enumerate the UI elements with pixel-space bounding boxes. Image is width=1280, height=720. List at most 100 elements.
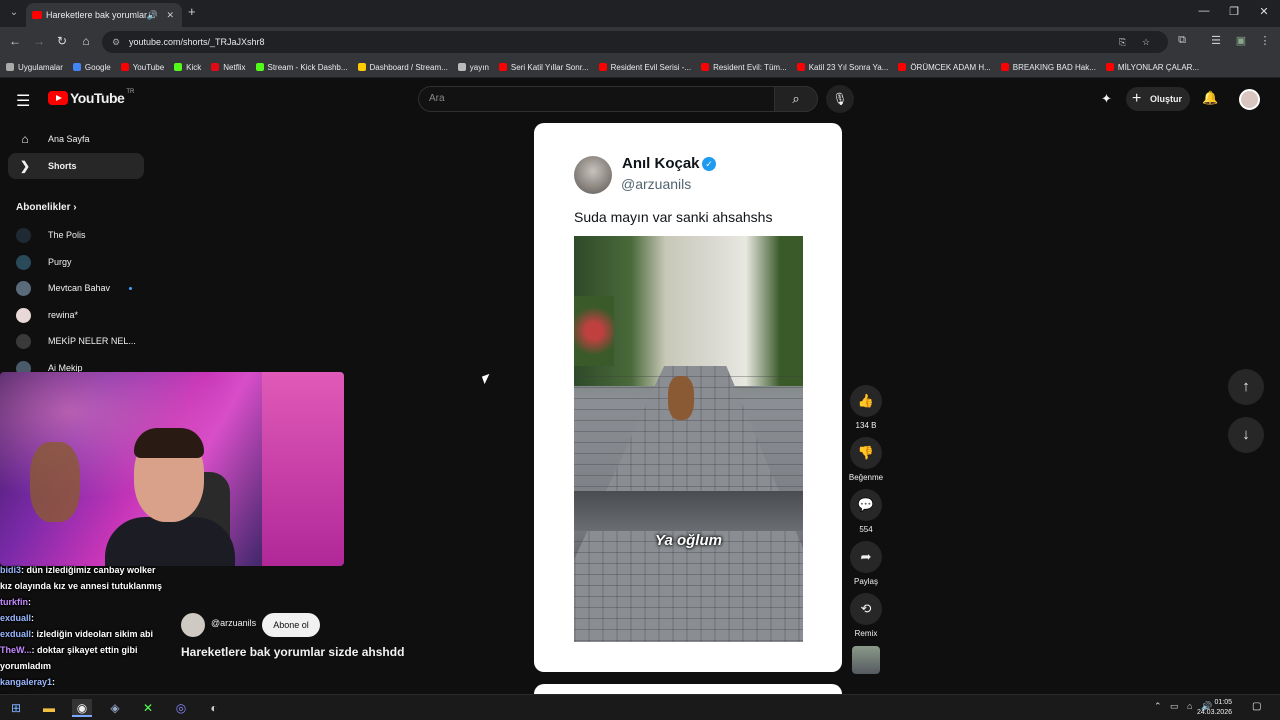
bookmark-favicon-icon [211, 63, 220, 71]
system-clock[interactable]: 01:05 24.03.2026 [1196, 698, 1232, 718]
bookmark-favicon-icon [72, 63, 81, 71]
remix-button[interactable]: ⟲ [850, 593, 882, 625]
comment-count: 554 [859, 525, 873, 534]
next-short-button[interactable]: ↓ [1228, 417, 1264, 453]
bookmark-item[interactable]: Stream - Kick Dashb... [255, 62, 348, 72]
subscription-item[interactable]: The Polis [16, 225, 156, 245]
new-tab-button[interactable]: + [188, 4, 196, 19]
sidebar-item-shorts[interactable]: ❯ Shorts [8, 153, 144, 179]
bookmark-item[interactable]: MİLYONLAR ÇALAR... [1105, 63, 1199, 72]
notifications-bell-icon[interactable]: 🔔 [1202, 90, 1218, 106]
share-label: Paylaş [853, 577, 878, 586]
bookmark-item[interactable]: Seri Katil Yıllar Sonr... [498, 62, 589, 72]
voice-search-button[interactable]: 🎙 [826, 85, 854, 113]
share-button[interactable]: ➦ [850, 541, 882, 573]
bookmark-item[interactable]: Kick [174, 63, 201, 72]
subscription-item[interactable]: MEKİP NELER NEL... [16, 331, 156, 351]
bookmark-item[interactable]: Resident Evil Serisi -... [598, 63, 691, 72]
subscription-item[interactable]: Mevtcan Bahav [16, 278, 156, 298]
back-icon[interactable]: ← [7, 34, 23, 48]
bookmark-item[interactable]: ÖRÜMCEK ADAM H... [898, 63, 991, 72]
obs-icon[interactable]: ◐ [204, 699, 224, 717]
site-info-icon[interactable]: ⚙ [112, 31, 120, 53]
puddle [574, 491, 803, 531]
user-avatar[interactable] [1239, 89, 1260, 110]
profile-icon[interactable]: ▣ [1233, 34, 1249, 47]
subscription-item[interactable]: rewina* [16, 305, 156, 325]
address-bar[interactable]: ⚙ youtube.com/shorts/_TRJaJXshr8 ⎘ ☆ [102, 31, 1168, 53]
bookmark-item[interactable]: Resident Evil: Tüm... [701, 63, 787, 72]
discord-icon[interactable]: ◎ [171, 699, 191, 717]
new-content-dot [129, 287, 132, 291]
media-control-icon[interactable]: ☰ [1208, 34, 1224, 47]
bookmark-item[interactable]: Google [72, 63, 111, 72]
next-short-preview[interactable] [534, 684, 842, 694]
bookmark-item[interactable]: Netflix [211, 62, 246, 72]
youtube-logo[interactable]: YouTube TR [48, 89, 134, 106]
bookmark-favicon-icon [498, 63, 507, 71]
comments-button[interactable]: 💬 [850, 489, 882, 521]
previous-short-button[interactable]: ↑ [1228, 369, 1264, 405]
install-app-icon[interactable]: ⎘ [1119, 31, 1126, 53]
menu-icon[interactable]: ☰ [16, 91, 30, 111]
home-icon: ⌂ [21, 132, 29, 146]
close-window-icon[interactable]: ✕ [1254, 5, 1274, 18]
sidebar-item-home[interactable]: ⌂ Ana Sayfa [8, 126, 144, 152]
search-button[interactable]: ⌕ [774, 86, 818, 112]
subscriptions-header[interactable]: Abonelikler › [16, 202, 77, 213]
create-button[interactable]: + Oluştur [1126, 87, 1190, 111]
bookmark-label: Dashboard / Stream... [369, 62, 448, 72]
bookmark-label: Stream - Kick Dashb... [267, 62, 348, 72]
chevron-right-icon: › [73, 202, 77, 213]
reload-icon[interactable]: ↻ [54, 34, 70, 48]
sidebar-item-label: Shorts [48, 161, 77, 171]
bookmark-item[interactable]: Dashboard / Stream... [357, 62, 448, 72]
short-title[interactable]: Hareketlere bak yorumlar sizde ahshdd [181, 645, 404, 659]
bookmark-label: YouTube [132, 62, 165, 72]
bookmark-favicon-icon [6, 63, 14, 71]
teddy-bear [30, 442, 80, 522]
start-icon[interactable]: ⊞ [6, 699, 26, 717]
bookmark-star-icon[interactable]: ☆ [1142, 31, 1150, 53]
channel-avatar [16, 307, 31, 323]
bookmark-item[interactable]: Uygulamalar [6, 63, 63, 72]
search-input[interactable]: Ara [418, 86, 774, 112]
dislike-label: Beğenme [848, 473, 884, 482]
close-tab-icon[interactable]: ✕ [166, 3, 174, 27]
sound-thumbnail[interactable] [852, 646, 880, 674]
notification-icon[interactable]: ▢ [1252, 701, 1261, 712]
file-explorer-icon[interactable]: ▬ [39, 699, 59, 717]
bookmark-item[interactable]: YouTube [120, 62, 165, 72]
gemini-icon[interactable]: ✦ [1101, 91, 1112, 107]
bookmark-item[interactable]: yayın [457, 63, 489, 72]
subscription-item[interactable]: Purgy [16, 252, 156, 272]
extensions-icon[interactable]: ⧉ [1174, 34, 1190, 47]
tab-search-icon[interactable]: ⌄ [6, 5, 22, 21]
bookmark-label: Netflix [223, 62, 246, 72]
restore-icon[interactable]: ❐ [1224, 5, 1244, 18]
bookmark-item[interactable]: BREAKING BAD Hak... [1000, 63, 1096, 72]
browser-tab[interactable]: Hareketlere bak yorumlar s 🔊 ✕ [26, 3, 182, 27]
subscribe-button[interactable]: Abone ol [262, 613, 320, 637]
home-button-icon[interactable]: ⌂ [78, 34, 94, 48]
channel-avatar [16, 281, 31, 297]
chrome-menu-icon[interactable]: ⋮ [1257, 34, 1273, 47]
dislike-button[interactable]: 👎 [850, 437, 882, 469]
chrome-taskbar-icon[interactable]: ◉ [72, 699, 92, 717]
bookmark-item[interactable]: Katil 23 Yıl Sonra Ya... [796, 63, 888, 72]
forward-icon[interactable]: → [31, 34, 47, 48]
bookmark-favicon-icon [457, 63, 466, 71]
xbox-icon[interactable]: ✕ [138, 699, 158, 717]
microphone-icon: 🎙 [832, 92, 848, 106]
minimize-icon[interactable]: — [1194, 5, 1214, 17]
steam-icon[interactable]: ◈ [105, 699, 125, 717]
chat-username: exduall [0, 613, 32, 623]
bookmark-label: Seri Katil Yıllar Sonr... [510, 62, 589, 72]
plus-icon: + [1132, 90, 1142, 107]
channel-handle[interactable]: @arzuanils [211, 618, 256, 628]
short-video-player[interactable]: Anıl Koçak ✓ @arzuanils Suda mayın var s… [534, 123, 842, 672]
channel-avatar[interactable] [181, 613, 205, 637]
like-button[interactable]: 👍 [850, 385, 882, 417]
pink-light [262, 372, 344, 566]
speaker-icon[interactable]: 🔊 [147, 3, 158, 27]
